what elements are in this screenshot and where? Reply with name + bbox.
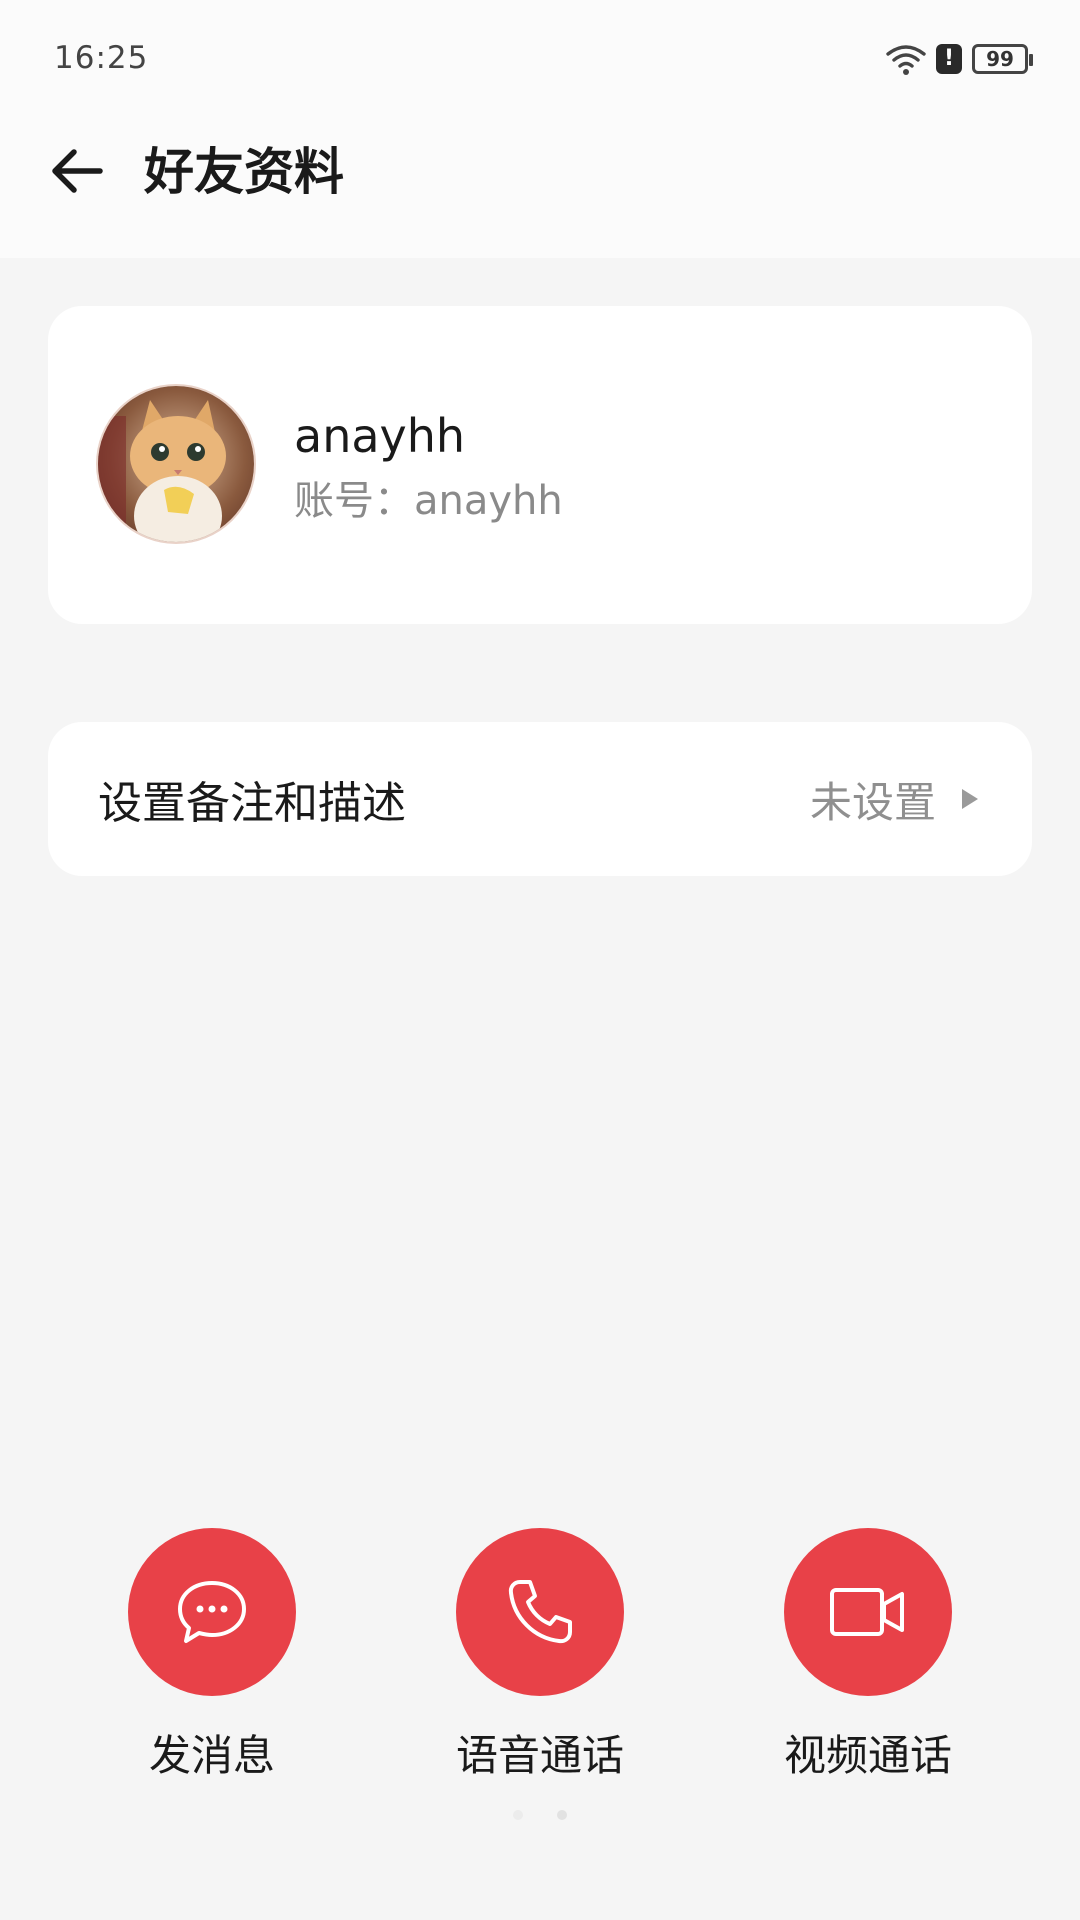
remark-label: 设置备注和描述 bbox=[98, 778, 406, 829]
remark-row[interactable]: 设置备注和描述 未设置 bbox=[48, 722, 1032, 876]
phone-icon bbox=[508, 1580, 572, 1644]
remark-right: 未设置 bbox=[810, 769, 978, 830]
top-bar: 16:25 ! 99 好友资料 bbox=[0, 0, 1080, 258]
profile-account: 账号：anayhh bbox=[294, 478, 563, 524]
video-call-circle[interactable] bbox=[784, 1528, 952, 1696]
voice-call-circle[interactable] bbox=[456, 1528, 624, 1696]
battery-icon: 99 bbox=[972, 44, 1033, 74]
page-dot-active bbox=[557, 1810, 567, 1820]
back-button[interactable] bbox=[44, 138, 110, 204]
remark-value: 未设置 bbox=[809, 777, 936, 827]
video-call-label: 视频通话 bbox=[783, 1731, 952, 1780]
wifi-icon bbox=[886, 45, 926, 75]
video-camera-icon bbox=[830, 1588, 904, 1636]
send-message-label: 发消息 bbox=[148, 1731, 275, 1780]
video-call-button[interactable]: 视频通话 bbox=[738, 1528, 998, 1783]
avatar[interactable] bbox=[96, 384, 256, 544]
status-time: 16:25 bbox=[54, 40, 149, 76]
page-dot bbox=[513, 1810, 523, 1820]
page-indicator bbox=[0, 1810, 1080, 1820]
voice-call-button[interactable]: 语音通话 bbox=[410, 1528, 670, 1783]
chevron-right-icon bbox=[962, 789, 978, 809]
arrow-left-icon bbox=[52, 149, 103, 193]
voice-call-label: 语音通话 bbox=[455, 1731, 624, 1780]
cat-avatar-image bbox=[98, 386, 254, 542]
alert-icon: ! bbox=[936, 44, 962, 74]
status-icons: ! 99 bbox=[886, 42, 1033, 76]
friend-profile-screen: 16:25 ! 99 好友资料 anayhh 账号：anayhh 设置备注和描述… bbox=[0, 0, 1080, 1920]
send-message-button[interactable]: 发消息 bbox=[82, 1528, 342, 1783]
chat-bubble-icon bbox=[178, 1581, 246, 1643]
send-message-circle[interactable] bbox=[128, 1528, 296, 1696]
page-title: 好友资料 bbox=[144, 143, 344, 201]
profile-card: anayhh 账号：anayhh bbox=[48, 306, 1032, 624]
profile-name: anayhh bbox=[294, 409, 466, 463]
